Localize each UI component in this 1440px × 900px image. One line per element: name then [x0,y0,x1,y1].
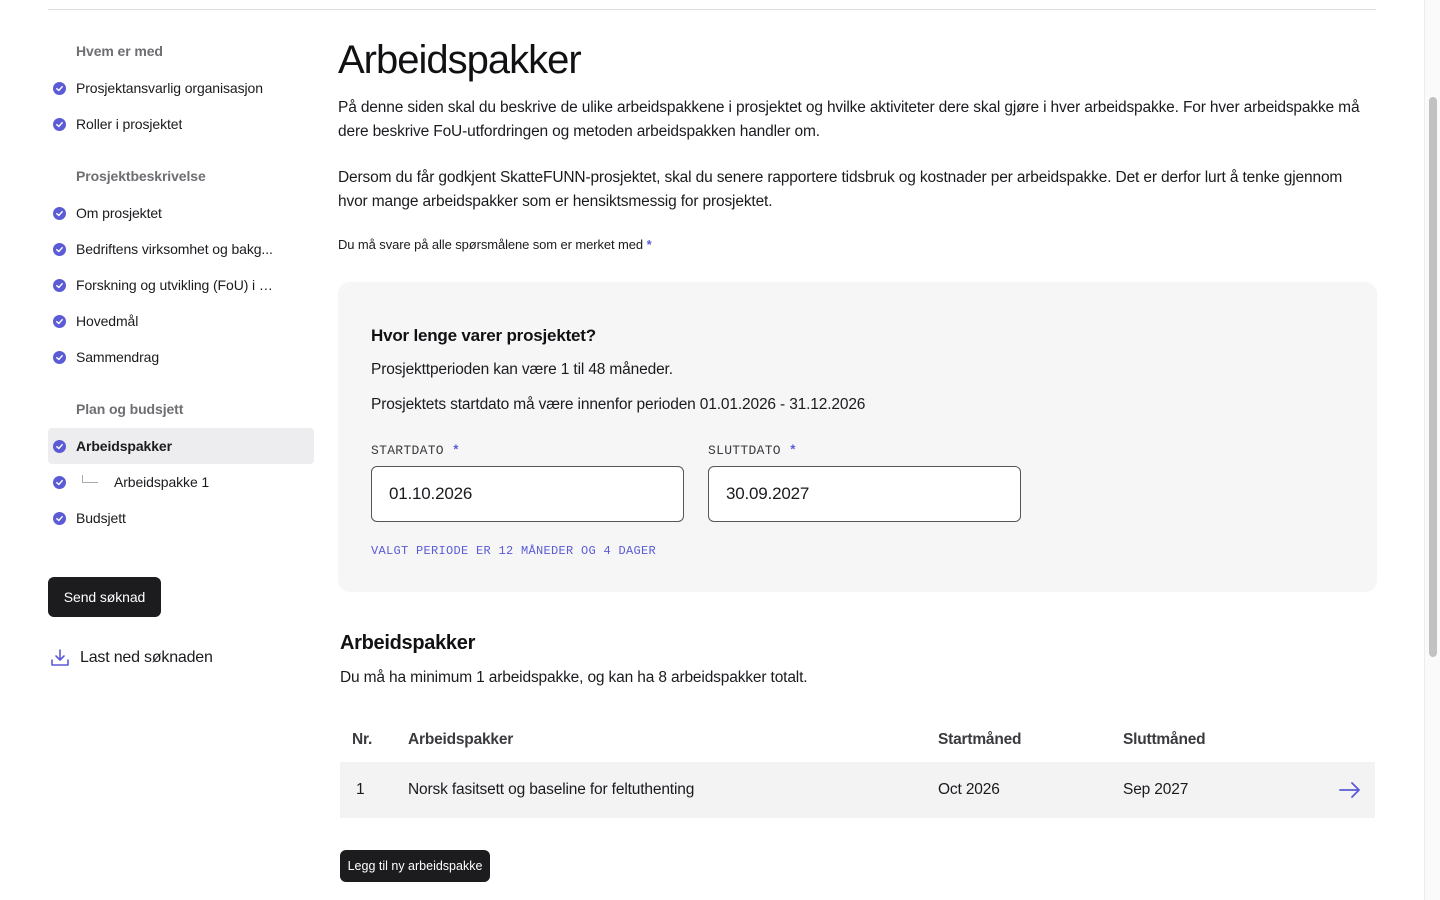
sidebar-item-label: Arbeidspakker [76,438,172,454]
page-scrollbar[interactable] [1424,0,1440,900]
required-star: * [789,443,798,458]
sidebar-item-prosjektansvarlig[interactable]: Prosjektansvarlig organisasjon [48,70,314,106]
sidebar-item-budsjett[interactable]: Budsjett [48,500,314,536]
start-window-text: Prosjektets startdato må være innenfor p… [371,396,866,413]
duration-range-text: Prosjekttperioden kan være 1 til 48 måne… [371,361,673,378]
end-date-input[interactable]: 30.09.2027 [708,466,1021,522]
check-icon [53,81,66,95]
row-start: Oct 2026 [938,781,1000,798]
nav-heading-hvem: Hvem er med [76,43,163,59]
workpackages-table: Nr. Arbeidspakker Startmåned Sluttmåned … [340,718,1375,818]
required-note-text: Du må svare på alle spørsmålene som er m… [338,237,644,252]
sidebar-item-roller[interactable]: Roller i prosjektet [48,106,314,142]
tree-connector [82,475,98,483]
workpackages-heading: Arbeidspakker [340,632,476,654]
required-star: * [452,443,461,458]
top-divider [48,9,1376,10]
table-header: Nr. Arbeidspakker Startmåned Sluttmåned [340,718,1375,762]
required-star: * [646,237,652,252]
sidebar-item-om-prosjektet[interactable]: Om prosjektet [48,195,314,231]
sidebar-item-arbeidspakke-1[interactable]: Arbeidspakke 1 [48,464,314,500]
row-nr: 1 [356,781,365,798]
sidebar-item-label: Bedriftens virksomhet og bakg... [76,241,273,257]
column-header-end: Sluttmåned [1123,731,1206,748]
check-icon [53,117,66,131]
check-icon [53,242,66,256]
intro-paragraph-1: På denne siden skal du beskrive de ulike… [338,99,1360,140]
intro-paragraph-2: Dersom du får godkjent SkatteFUNN-prosje… [338,169,1343,210]
sidebar-item-label: Arbeidspakke 1 [114,474,210,490]
send-application-button[interactable]: Send søknad [48,577,161,617]
duration-question: Hvor lenge varer prosjektet? [371,326,596,345]
nav-heading-plan: Plan og budsjett [76,401,184,417]
column-header-start: Startmåned [938,731,1022,748]
main-content: Arbeidspakker På denne siden skal du bes… [338,32,1378,882]
sidebar-item-label: Budsjett [76,510,126,526]
check-icon [53,475,66,489]
column-header-nr: Nr. [352,731,373,748]
sidebar-item-forskning[interactable]: Forskning og utvikling (FoU) i pr... [48,267,314,303]
check-icon [53,206,66,220]
page-title: Arbeidspakker [338,38,582,82]
download-icon [51,649,69,666]
sidebar-item-bedriftens-virksomhet[interactable]: Bedriftens virksomhet og bakg... [48,231,314,267]
download-link-label: Last ned søknaden [80,649,213,666]
sidebar-item-sammendrag[interactable]: Sammendrag [48,339,314,375]
check-icon [53,278,66,292]
sidebar-item-label: Roller i prosjektet [76,116,183,132]
row-end: Sep 2027 [1123,781,1189,798]
sidebar-item-label: Sammendrag [76,349,160,365]
nav-heading-prosjektbeskrivelse: Prosjektbeskrivelse [76,168,206,184]
sidebar-item-hovedmal[interactable]: Hovedmål [48,303,314,339]
download-application-link[interactable]: Last ned søknaden [50,648,213,668]
check-icon [53,314,66,328]
selected-period-note: VALGT PERIODE ER 12 MÅNEDER OG 4 DAGER [371,544,657,558]
workpackages-subtitle: Du må ha minimum 1 arbeidspakke, og kan … [340,669,808,686]
sidebar-item-label: Om prosjektet [76,205,162,221]
required-note: Du må svare på alle spørsmålene som er m… [338,237,1378,252]
project-duration-card: Hvor lenge varer prosjektet? Prosjekttpe… [338,282,1377,592]
sidebar-item-label: Prosjektansvarlig organisasjon [76,80,263,96]
sidebar-item-label: Hovedmål [76,313,139,329]
table-row[interactable]: 1 Norsk fasitsett og baseline for feltut… [340,762,1375,818]
end-date-label: SLUTTDATO * [708,443,797,458]
row-name: Norsk fasitsett og baseline for feltuthe… [408,781,695,798]
row-open[interactable] [1323,781,1375,799]
start-date-input[interactable]: 01.10.2026 [371,466,684,522]
check-icon [53,439,66,453]
start-date-label-text: STARTDATO [371,443,444,458]
check-icon [53,511,66,525]
sidebar-item-label: Forskning og utvikling (FoU) i pr... [76,277,276,293]
column-header-name: Arbeidspakker [408,731,514,748]
sidebar-nav: Hvem er med Prosjektansvarlig organisasj… [48,32,314,536]
check-icon [53,350,66,364]
add-workpackage-button[interactable]: Legg til ny arbeidspakke [340,850,490,882]
end-date-label-text: SLUTTDATO [708,443,781,458]
arrow-right-icon [1339,782,1360,798]
sidebar-item-arbeidspakker[interactable]: Arbeidspakker [48,428,314,464]
scrollbar-thumb[interactable] [1429,97,1437,657]
start-date-label: STARTDATO * [371,443,460,458]
